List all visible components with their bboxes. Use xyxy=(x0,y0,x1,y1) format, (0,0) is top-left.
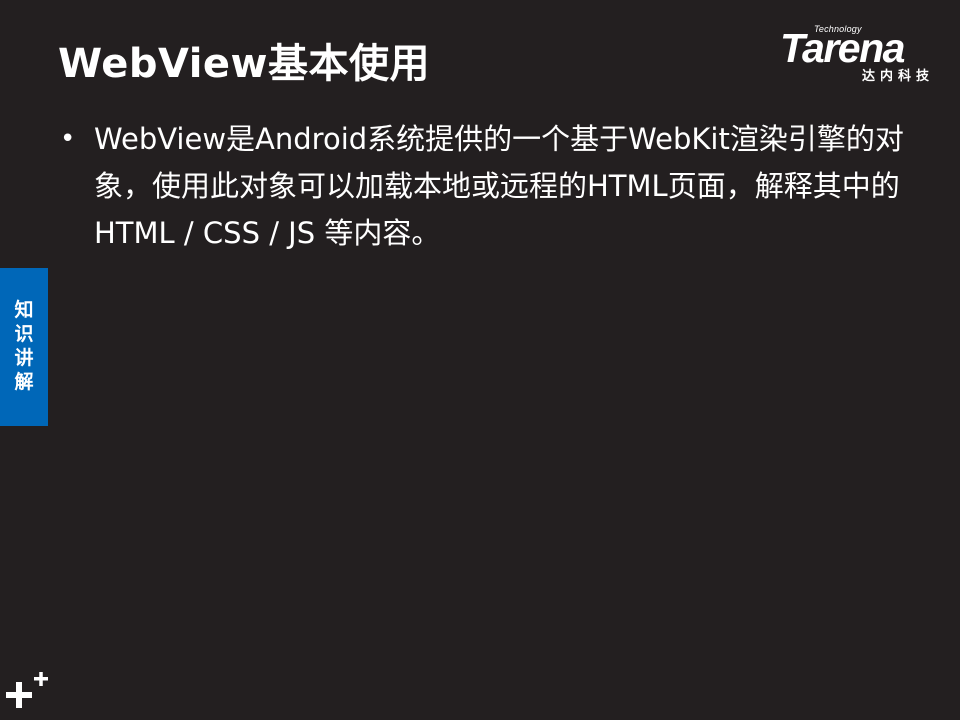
side-tab-label: 知识讲解 xyxy=(14,299,34,393)
bullet-text: WebView是Android系统提供的一个基于WebKit渲染引擎的对象，使用… xyxy=(94,122,904,250)
plus-icon xyxy=(6,672,48,708)
bullet-item: • WebView是Android系统提供的一个基于WebKit渲染引擎的对象，… xyxy=(58,116,928,257)
logo-chinese-text: 达内科技 xyxy=(862,69,935,84)
slide-title: WebView基本使用 xyxy=(58,41,431,87)
slide-content: • WebView是Android系统提供的一个基于WebKit渲染引擎的对象，… xyxy=(58,116,928,257)
side-tab: 知识讲解 xyxy=(0,268,48,426)
tarena-logo: Technology Tarena 达内科技 xyxy=(774,20,950,84)
bullet-marker: • xyxy=(60,124,76,154)
